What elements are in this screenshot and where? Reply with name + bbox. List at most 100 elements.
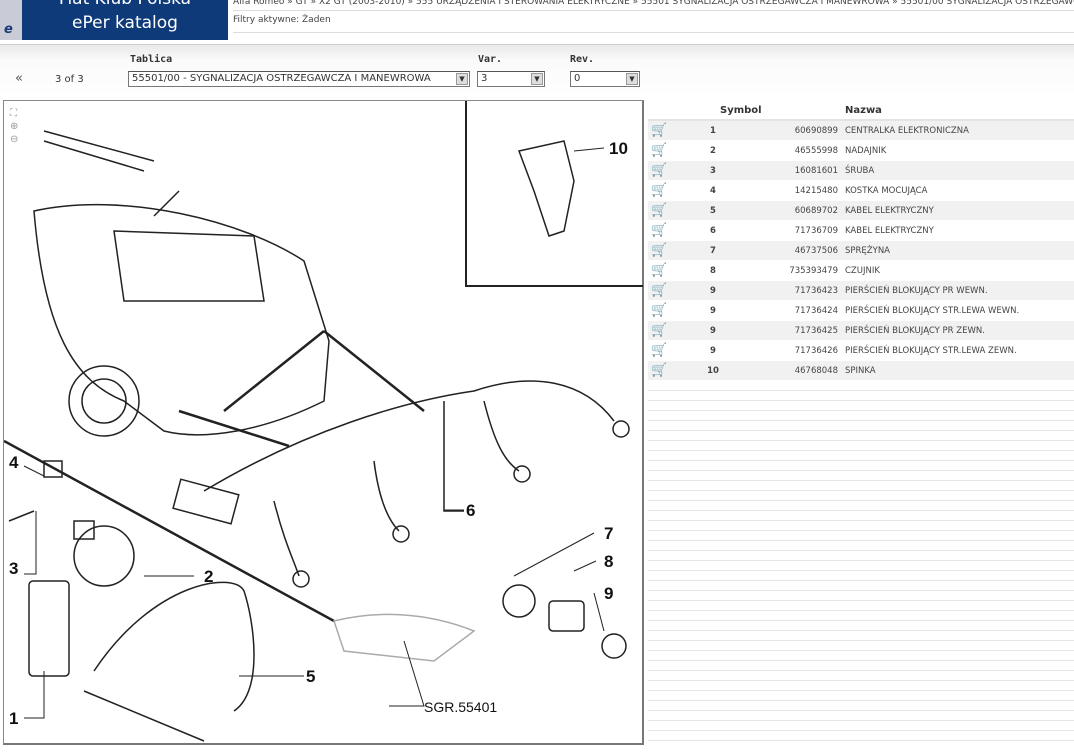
table-row[interactable]: 🛒 9 71736423 PIERŚCIEŃ BLOKUJĄCY PR WEWN.	[648, 281, 1074, 301]
callout-3[interactable]: 3	[9, 559, 18, 578]
add-to-cart-icon[interactable]: 🛒	[651, 183, 667, 198]
reference-code: SGR.55401	[424, 699, 497, 715]
part-name-cell: KABEL ELEKTRYCZNY	[845, 206, 934, 216]
part-number-cell: 14215480	[794, 186, 838, 196]
callout-4[interactable]: 4	[9, 453, 19, 472]
empty-row	[648, 511, 1074, 521]
table-row[interactable]: 🛒 9 71736426 PIERŚCIEŃ BLOKUJĄCY STR.LEWA Z…	[648, 341, 1074, 361]
callout-8[interactable]: 8	[604, 552, 613, 571]
empty-row	[648, 591, 1074, 601]
symbol-cell: 3	[710, 166, 716, 176]
symbol-cell: 9	[710, 326, 716, 336]
part-number-cell: 735393479	[789, 266, 838, 276]
tablica-label: Tablica	[130, 54, 173, 65]
empty-row	[648, 621, 1074, 631]
var-label: Var.	[478, 54, 503, 65]
tablica-select[interactable]: 55501/00 - SYGNALIZACJA OSTRZEGAWCZA I M…	[128, 71, 470, 87]
empty-row	[648, 681, 1074, 691]
empty-row	[648, 481, 1074, 491]
add-to-cart-icon[interactable]: 🛒	[651, 283, 667, 298]
table-row[interactable]: 🛒 1 60690899 CENTRALKA ELEKTRONICZNA	[648, 121, 1074, 141]
previous-button[interactable]: «	[15, 71, 23, 86]
car-rear-drawing	[33, 130, 330, 437]
empty-row	[648, 451, 1074, 461]
add-to-cart-icon[interactable]: 🛒	[651, 243, 667, 258]
callout-6[interactable]: 6	[466, 501, 475, 520]
part-name-cell: CENTRALKA ELEKTRONICZNA	[845, 126, 969, 136]
part-name-cell: SPINKA	[845, 366, 876, 376]
callout-1[interactable]: 1	[9, 709, 18, 728]
empty-row	[648, 731, 1074, 741]
add-to-cart-icon[interactable]: 🛒	[651, 303, 667, 318]
add-to-cart-icon[interactable]: 🛒	[651, 123, 667, 138]
callout-10[interactable]: 10	[609, 139, 628, 158]
part-number-cell: 46555998	[794, 146, 838, 156]
add-to-cart-icon[interactable]: 🛒	[651, 223, 667, 238]
table-row[interactable]: 🛒 4 14215480 KOSTKA MOCUJĄCA	[648, 181, 1074, 201]
empty-row	[648, 661, 1074, 671]
rev-label: Rev.	[570, 54, 595, 65]
add-to-cart-icon[interactable]: 🛒	[651, 263, 667, 278]
table-row[interactable]: 🛒 3 16081601 ŚRUBA	[648, 161, 1074, 181]
table-row[interactable]: 🛒 5 60689702 KABEL ELEKTRYCZNY	[648, 201, 1074, 221]
callout-9[interactable]: 9	[604, 584, 613, 603]
table-row[interactable]: 🛒 6 71736709 KABEL ELEKTRYCZNY	[648, 221, 1074, 241]
logo[interactable]: Fiat Klub Polska ePer katalog	[22, 0, 228, 40]
symbol-cell: 9	[710, 346, 716, 356]
exploded-diagram[interactable]: ⛶ ⊕ ⊖ 1 2 3 4 5 6 7 8 9 10 SGR.55401	[3, 100, 644, 745]
part-number-cell: 46737506	[794, 246, 838, 256]
symbol-cell: 5	[710, 206, 716, 216]
symbol-cell: 10	[707, 366, 719, 376]
empty-row	[648, 391, 1074, 401]
callout-7[interactable]: 7	[604, 524, 613, 543]
inset-frame	[465, 101, 643, 287]
empty-row	[648, 721, 1074, 731]
empty-row	[648, 421, 1074, 431]
empty-row	[648, 501, 1074, 511]
empty-row	[648, 461, 1074, 471]
part-name-cell: KABEL ELEKTRYCZNY	[845, 226, 934, 236]
rev-select[interactable]: 0 ▼	[570, 71, 640, 87]
symbol-cell: 2	[710, 146, 716, 156]
empty-row	[648, 671, 1074, 681]
part-number-cell: 71736426	[794, 346, 838, 356]
table-row[interactable]: 🛒 8 735393479 CZUJNIK	[648, 261, 1074, 281]
add-to-cart-icon[interactable]: 🛒	[651, 143, 667, 158]
var-select[interactable]: 3 ▼	[477, 71, 545, 87]
table-row[interactable]: 🛒 9 71736424 PIERŚCIEŃ BLOKUJĄCY STR.LEWA W…	[648, 301, 1074, 321]
empty-row	[648, 611, 1074, 621]
part-name-cell: KOSTKA MOCUJĄCA	[845, 186, 928, 196]
symbol-cell: 9	[710, 306, 716, 316]
symbol-cell: 4	[710, 186, 716, 196]
table-row[interactable]: 🛒 2 46555998 NADAJNIK	[648, 141, 1074, 161]
callout-5[interactable]: 5	[306, 667, 315, 686]
add-to-cart-icon[interactable]: 🛒	[651, 203, 667, 218]
part-name-cell: PIERŚCIEŃ BLOKUJĄCY PR WEWN.	[845, 286, 988, 296]
add-to-cart-icon[interactable]: 🛒	[651, 163, 667, 178]
table-row[interactable]: 🛒 9 71736425 PIERŚCIEŃ BLOKUJĄCY PR ZEWN.	[648, 321, 1074, 341]
part-number-cell: 71736425	[794, 326, 838, 336]
table-row[interactable]: 🛒 7 46737506 SPRĘŻYNA	[648, 241, 1074, 261]
empty-row	[648, 381, 1074, 391]
empty-row	[648, 561, 1074, 571]
empty-row	[648, 631, 1074, 641]
add-to-cart-icon[interactable]: 🛒	[651, 363, 667, 378]
empty-row	[648, 401, 1074, 411]
symbol-cell: 9	[710, 286, 716, 296]
part-name-cell: PIERŚCIEŃ BLOKUJĄCY STR.LEWA ZEWN.	[845, 346, 1017, 356]
pager-text: 3 of 3	[55, 74, 84, 85]
empty-row	[648, 581, 1074, 591]
empty-row	[648, 601, 1074, 611]
part-number-cell: 71736424	[794, 306, 838, 316]
empty-row	[648, 701, 1074, 711]
add-to-cart-icon[interactable]: 🛒	[651, 323, 667, 338]
breadcrumb[interactable]: Alfa Romeo » GT » X2 GT (2003-2010) » 55…	[233, 0, 1074, 11]
part-name-cell: ŚRUBA	[845, 166, 875, 176]
add-to-cart-icon[interactable]: 🛒	[651, 343, 667, 358]
table-selector-bar: « 3 of 3 Tablica 55501/00 - SYGNALIZACJA…	[0, 44, 1074, 96]
callout-leaders	[23, 147, 605, 719]
symbol-cell: 8	[710, 266, 716, 276]
callout-2[interactable]: 2	[204, 567, 213, 586]
empty-row	[648, 441, 1074, 451]
table-row[interactable]: 🛒 10 46768048 SPINKA	[648, 361, 1074, 381]
